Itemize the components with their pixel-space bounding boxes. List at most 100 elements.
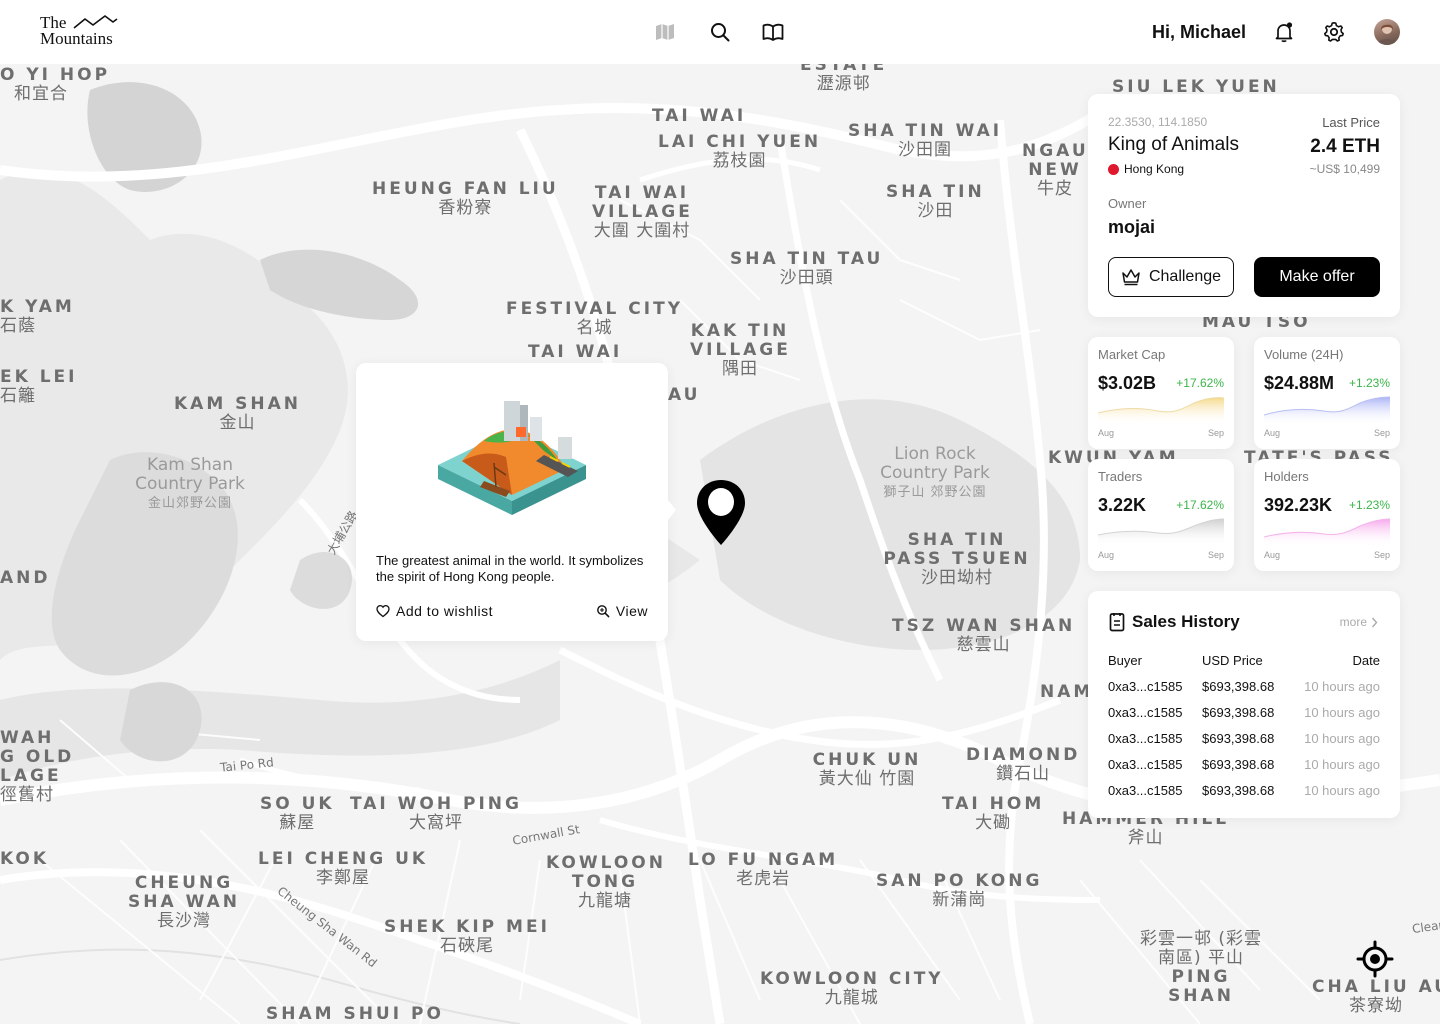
map-label: CHUK UN 黃大仙 竹園: [812, 750, 922, 789]
map-label: AU: [668, 385, 701, 405]
map-label: LO FU NGAM 老虎岩: [688, 850, 839, 889]
logo[interactable]: The Mountains: [40, 14, 124, 48]
map-label: HEUNG FAN LIU 香粉寮: [372, 179, 559, 218]
stat-card-volume: Volume (24H) $24.88M +1.23% Aug Sep: [1254, 337, 1400, 449]
map-label: SHA TIN 沙田: [886, 182, 985, 221]
heart-icon: [376, 604, 390, 618]
owner-value: mojai: [1108, 217, 1156, 237]
buyer-cell[interactable]: 0xa3...c1585: [1108, 783, 1182, 798]
stat-card-traders: Traders 3.22K +17.62% Aug Sep: [1088, 459, 1234, 571]
popup-pointer: [668, 500, 676, 520]
map-label: DIAMOND 鑽石山: [966, 745, 1081, 784]
sales-history-card: Sales History more Buyer USD Price Date …: [1088, 591, 1400, 818]
top-bar: The Mountains Hi, Michael: [0, 0, 1440, 64]
axis-start: Aug: [1264, 550, 1281, 560]
stat-value: 3.22K: [1098, 495, 1147, 515]
location-pin-icon[interactable]: [694, 477, 748, 549]
map-label: SHAM SHUI PO: [266, 1004, 444, 1024]
location-label: Hong Kong: [1124, 162, 1185, 176]
map-label: NGAU NEW 牛皮: [1022, 142, 1088, 199]
locate-me-icon[interactable]: [1350, 934, 1400, 984]
map-label: KAM SHAN 金山: [174, 394, 302, 433]
bell-icon[interactable]: [1272, 20, 1296, 44]
last-price-value: 2.4 ETH: [1310, 136, 1380, 157]
gear-icon[interactable]: [1322, 20, 1346, 44]
stat-label: Traders: [1098, 469, 1143, 484]
column-header-date: Date: [1352, 653, 1380, 668]
map-label: TAI WAI: [652, 106, 747, 126]
mountain-logo-icon: [73, 15, 118, 29]
park-label: Kam Shan Country Park 金山郊野公園: [135, 455, 245, 512]
sales-history-title: Sales History: [1132, 612, 1240, 631]
map-label: SHA TIN TAU 沙田頭: [730, 249, 884, 288]
asset-title: King of Animals: [1108, 134, 1239, 155]
column-header-price: USD Price: [1202, 653, 1263, 668]
map-label: WAH G OLD LAGE 徑舊村: [0, 728, 75, 805]
buyer-cell[interactable]: 0xa3...c1585: [1108, 731, 1182, 746]
book-icon[interactable]: [761, 20, 785, 44]
map-label: FESTIVAL CITY 名城: [506, 299, 684, 338]
stat-label: Market Cap: [1098, 347, 1166, 362]
stat-change: +17.62%: [1176, 376, 1224, 390]
price-cell: $693,398.68: [1202, 731, 1275, 746]
map-label: KOWLOON CITY 九龍城: [760, 969, 944, 1008]
buyer-cell[interactable]: 0xa3...c1585: [1108, 679, 1182, 694]
date-cell: 10 hours ago: [1304, 757, 1380, 772]
asset-info-card: 22.3530, 114.1850 King of Animals Hong K…: [1088, 94, 1400, 317]
axis-end: Sep: [1373, 550, 1390, 560]
map-label: TSZ WAN SHAN 慈雲山: [892, 616, 1076, 655]
stat-change: +17.62%: [1176, 498, 1224, 512]
axis-start: Aug: [1264, 428, 1281, 438]
map-label: K YAM 石蔭: [0, 297, 75, 336]
crown-icon: [1122, 269, 1140, 286]
stat-value: $24.88M: [1264, 373, 1335, 393]
column-header-buyer: Buyer: [1108, 653, 1142, 668]
stat-label: Holders: [1264, 469, 1309, 484]
buyer-cell[interactable]: 0xa3...c1585: [1108, 705, 1182, 720]
sparkline-traders: [1098, 518, 1224, 547]
challenge-label: Challenge: [1148, 268, 1222, 285]
park-label: Lion Rock Country Park 獅子山 郊野公園: [880, 444, 990, 501]
sparkline-market-cap: [1098, 397, 1224, 425]
map-label: SAN PO KONG 新蒲崗: [876, 871, 1043, 910]
map-label: TAI HOM 大磡: [942, 794, 1045, 833]
map-label: LEI CHENG UK 李鄭屋: [258, 849, 429, 888]
make-offer-label: Make offer: [1279, 268, 1355, 285]
price-cell: $693,398.68: [1202, 679, 1275, 694]
map-label: SO UK 蘇屋: [260, 794, 335, 833]
zoom-icon: [597, 605, 610, 618]
make-offer-button[interactable]: Make offer: [1254, 257, 1380, 297]
sparkline-holders: [1264, 518, 1390, 547]
hong-kong-flag-icon: [1108, 163, 1119, 175]
add-to-wishlist-button[interactable]: Add to wishlist: [376, 603, 493, 619]
map-label: KOK: [0, 849, 50, 869]
price-cell: $693,398.68: [1202, 783, 1275, 798]
stat-card-market-cap: Market Cap $3.02B +17.62% Aug Sep: [1088, 337, 1234, 449]
map-label: NAM: [1040, 682, 1094, 702]
map-icon[interactable]: [653, 20, 677, 44]
more-label: more: [1339, 615, 1367, 629]
map-label: 彩雲一邨 (彩雲南區) 平山 PING SHAN: [1139, 929, 1263, 1006]
map-label: TAI WOH PING 大窩坪: [350, 794, 522, 833]
greeting: Hi, Michael: [1152, 22, 1247, 42]
view-button[interactable]: View: [596, 603, 648, 619]
buyer-cell[interactable]: 0xa3...c1585: [1108, 757, 1182, 772]
avatar[interactable]: [1374, 19, 1400, 45]
map-label: TAI WAI VILLAGE 大圍 大圍村: [592, 183, 693, 241]
last-price-usd: ~US$ 10,499: [1309, 162, 1380, 176]
date-cell: 10 hours ago: [1304, 679, 1380, 694]
coordinates: 22.3530, 114.1850: [1108, 115, 1208, 129]
price-cell: $693,398.68: [1202, 705, 1275, 720]
map-label: CHEUNG SHA WAN 長沙灣: [128, 873, 240, 931]
stat-change: +1.23%: [1348, 376, 1390, 390]
date-cell: 10 hours ago: [1304, 783, 1380, 798]
owner-label: Owner: [1108, 196, 1147, 211]
search-icon[interactable]: [708, 20, 732, 44]
last-price-label: Last Price: [1322, 115, 1380, 130]
more-link[interactable]: more: [1340, 615, 1378, 629]
map-label: LAI CHI YUEN 荔枝園: [658, 132, 822, 171]
stat-value: 392.23K: [1264, 495, 1333, 515]
asset-location: Hong Kong: [1108, 162, 1184, 176]
challenge-button[interactable]: Challenge: [1108, 257, 1234, 297]
view-label: View: [615, 603, 648, 619]
